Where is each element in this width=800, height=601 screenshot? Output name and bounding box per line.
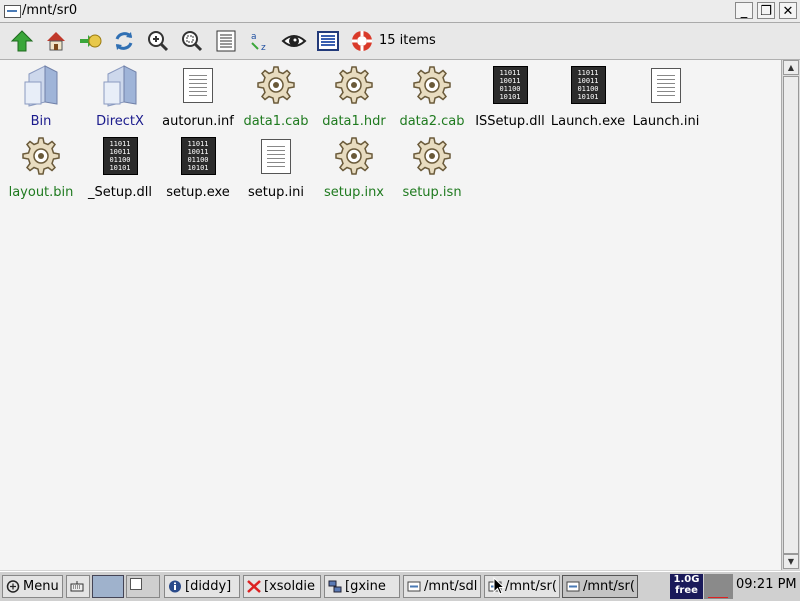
zoom-in-icon[interactable] xyxy=(145,28,171,54)
desktop-pager-1[interactable] xyxy=(92,575,124,598)
file-item-bin[interactable]: Bin xyxy=(1,60,81,130)
text-file-icon xyxy=(646,62,686,108)
task-mnt-sdl[interactable]: /mnt/sdl xyxy=(403,575,481,598)
binary-file-icon: 11011 10011 01100 10101 xyxy=(100,133,140,179)
file-item-issetup-dll[interactable]: 11011 10011 01100 10101 ISSetup.dll xyxy=(470,60,550,130)
memory-value: 1.0G xyxy=(673,574,700,585)
scroll-down-button[interactable]: ▼ xyxy=(783,554,799,569)
file-item-data1-cab[interactable]: data1.cab xyxy=(236,60,316,130)
file-name: setup.isn xyxy=(402,185,462,200)
memory-monitor[interactable]: 1.0G free xyxy=(670,574,703,599)
file-item-setup-ini[interactable]: setup.ini xyxy=(236,131,316,201)
task-label: [gxine xyxy=(345,579,386,594)
svg-text:a: a xyxy=(251,32,257,42)
scroll-thumb[interactable] xyxy=(783,76,799,554)
desktop-pager-2[interactable] xyxy=(126,575,160,598)
binary-file-icon: 11011 10011 01100 10101 xyxy=(178,133,218,179)
file-item-setup-exe[interactable]: 11011 10011 01100 10101 setup.exe xyxy=(158,131,238,201)
svg-text:z: z xyxy=(261,43,266,53)
up-arrow-icon[interactable] xyxy=(9,28,35,54)
cpu-graph-line xyxy=(708,597,728,598)
zoom-fit-icon[interactable] xyxy=(179,28,205,54)
file-item-setup-dll[interactable]: 11011 10011 01100 10101 _Setup.dll xyxy=(80,131,160,201)
gear-icon xyxy=(412,62,452,108)
file-item-launch-exe[interactable]: 11011 10011 01100 10101 Launch.exe xyxy=(548,60,628,130)
window-icon xyxy=(566,581,580,592)
binary-icon-text: 11011 10011 01100 10101 xyxy=(492,66,528,104)
binary-file-icon: 11011 10011 01100 10101 xyxy=(568,62,608,108)
gear-icon xyxy=(334,133,374,179)
task-label: [xsoldie xyxy=(264,579,315,594)
sort-az-icon[interactable]: az xyxy=(247,28,273,54)
keyboard-button[interactable] xyxy=(66,575,90,598)
cpu-monitor xyxy=(704,574,733,599)
binary-icon-text: 11011 10011 01100 10101 xyxy=(102,137,138,175)
gear-icon xyxy=(21,133,61,179)
help-icon[interactable] xyxy=(349,28,375,54)
item-count: 15 items xyxy=(379,33,436,48)
vertical-scrollbar[interactable]: ▲ ▼ xyxy=(781,60,800,570)
file-item-layout-bin[interactable]: layout.bin xyxy=(1,131,81,201)
task-label: /mnt/sr( xyxy=(505,579,557,594)
maximize-button[interactable]: ❐ xyxy=(757,2,775,19)
folder-icon xyxy=(100,62,140,108)
file-item-data1-hdr[interactable]: data1.hdr xyxy=(314,60,394,130)
minimize-button[interactable]: _ xyxy=(735,2,753,19)
menu-icon xyxy=(6,580,20,593)
keyboard-icon xyxy=(70,581,84,592)
details-view-icon[interactable] xyxy=(315,28,341,54)
network-icon xyxy=(328,580,342,593)
close-button[interactable]: ✕ xyxy=(779,2,797,19)
file-item-autorun-inf[interactable]: autorun.inf xyxy=(158,60,238,130)
mouse-pointer-icon xyxy=(493,577,505,595)
gear-icon xyxy=(334,62,374,108)
folder-icon xyxy=(21,62,61,108)
toolbar: az 15 items xyxy=(0,23,800,60)
scroll-up-button[interactable]: ▲ xyxy=(783,60,799,75)
task-label: [diddy] xyxy=(185,579,232,594)
clock[interactable]: 09:21 PM xyxy=(736,577,797,592)
info-icon xyxy=(169,580,181,593)
file-item-data2-cab[interactable]: data2.cab xyxy=(392,60,472,130)
window-icon xyxy=(4,5,21,18)
file-view[interactable]: Bin DirectX autorun.inf data1.cab data1.… xyxy=(0,60,781,570)
file-item-launch-ini[interactable]: Launch.ini xyxy=(626,60,706,130)
task-label: /mnt/sdl xyxy=(424,579,478,594)
show-hidden-icon[interactable] xyxy=(281,28,307,54)
title-bar: /mnt/sr0 _ ❐ ✕ xyxy=(0,0,800,23)
binary-icon-text: 11011 10011 01100 10101 xyxy=(180,137,216,175)
menu-label: Menu xyxy=(23,579,59,594)
home-icon[interactable] xyxy=(43,28,69,54)
file-item-directx[interactable]: DirectX xyxy=(80,60,160,130)
file-name: Launch.ini xyxy=(632,114,700,129)
refresh-icon[interactable] xyxy=(111,28,137,54)
window-icon xyxy=(407,581,421,592)
taskbar: Menu [diddy] [xsoldie [gxine /mnt/sdl /m… xyxy=(0,571,800,601)
text-file-icon xyxy=(178,62,218,108)
memory-label: free xyxy=(675,585,698,596)
file-item-setup-isn[interactable]: setup.isn xyxy=(392,131,472,201)
task-diddy[interactable]: [diddy] xyxy=(164,575,240,598)
gear-icon xyxy=(256,62,296,108)
binary-file-icon: 11011 10011 01100 10101 xyxy=(490,62,530,108)
menu-button[interactable]: Menu xyxy=(2,575,63,598)
task-mnt-sr0-active[interactable]: /mnt/sr( xyxy=(562,575,638,598)
task-label: /mnt/sr( xyxy=(583,579,635,594)
task-xsoldier[interactable]: [xsoldie xyxy=(243,575,321,598)
text-file-icon xyxy=(256,133,296,179)
task-gxine[interactable]: [gxine xyxy=(324,575,400,598)
x-icon xyxy=(247,580,261,593)
binary-icon-text: 11011 10011 01100 10101 xyxy=(570,66,606,104)
bookmark-icon[interactable] xyxy=(77,28,103,54)
file-item-setup-inx[interactable]: setup.inx xyxy=(314,131,394,201)
window-title: /mnt/sr0 xyxy=(22,3,78,18)
gear-icon xyxy=(412,133,452,179)
pager-window-thumb xyxy=(130,578,142,590)
list-view-icon[interactable] xyxy=(213,28,239,54)
